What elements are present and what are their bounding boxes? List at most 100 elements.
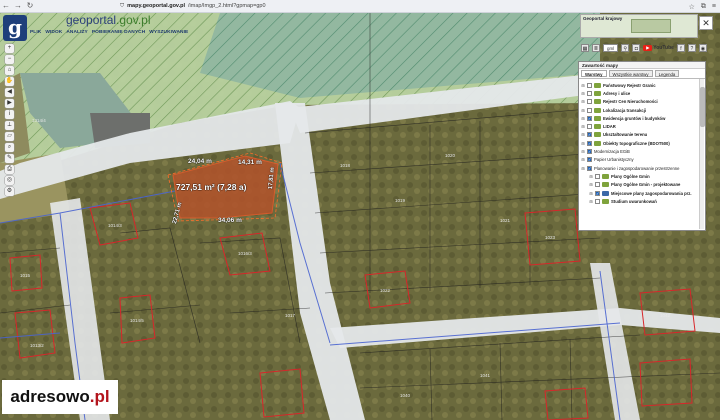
extensions-icon[interactable]: ⧉ <box>701 3 706 11</box>
menu-item-plik[interactable]: PLIK <box>30 30 41 35</box>
folder-icon <box>602 198 609 204</box>
layer-checkbox[interactable] <box>587 107 592 113</box>
expand-icon[interactable]: ⊞ <box>581 124 585 129</box>
layer-checkbox[interactable]: ✓ <box>587 149 592 155</box>
layer-label: Planowanie i zagospodarowanie przestrzen… <box>594 165 680 171</box>
layers-scrollbar-thumb[interactable] <box>700 87 705 127</box>
tab-warstwy[interactable]: Warstwy <box>581 70 607 77</box>
layer-row[interactable]: ⊞ Plany Ogólne Gmin <box>581 172 703 180</box>
layer-checkbox[interactable] <box>587 124 592 130</box>
layer-row[interactable]: ⊞ ✓ Ukształtowanie terenu <box>581 131 703 139</box>
menu-item-wyszukiwanie[interactable]: WYSZUKIWANIE <box>149 30 188 35</box>
plot-number: 1021 <box>500 218 511 223</box>
folder-icon <box>602 173 609 179</box>
parcel-dim-bottom: 34,06 m <box>218 217 242 224</box>
forward-view-icon[interactable]: ▶ <box>5 99 14 108</box>
expand-icon[interactable]: ⊞ <box>581 149 585 154</box>
pin-icon[interactable]: ⚲ <box>621 44 630 52</box>
layer-row[interactable]: ⊞ Plany Ogólne Gmin - projektowane <box>581 181 703 189</box>
layers-icon[interactable]: ≣ <box>592 44 600 52</box>
layer-row[interactable]: ⊞ LIDAR <box>581 122 703 130</box>
layer-row[interactable]: ⊞ Lokalizacja transakcji <box>581 106 703 114</box>
overview-map[interactable]: Geoportal krajowy <box>580 14 698 38</box>
expand-icon[interactable]: ⊞ <box>581 116 585 121</box>
geoportal-logo[interactable]: g <box>3 15 27 41</box>
layer-checkbox[interactable]: ✓ <box>587 157 592 163</box>
layer-label: Plany Ogólne Gmin <box>611 173 650 179</box>
layer-checkbox[interactable] <box>595 198 600 204</box>
layer-row[interactable]: ⊞ Adresy i ulice <box>581 89 703 97</box>
folder-icon <box>594 90 601 96</box>
plot-number: 1016/3 <box>238 251 252 256</box>
layer-checkbox[interactable]: ✓ <box>587 132 592 138</box>
facebook-icon[interactable]: f <box>676 44 685 52</box>
home-icon[interactable]: ⌂ <box>5 66 14 75</box>
layer-row[interactable]: ⊞ ✓ Planowanie i zagospodarowanie przestrz… <box>581 164 703 172</box>
layer-row[interactable]: ⊞ Studium uwarunkowań <box>581 197 703 205</box>
layer-checkbox[interactable]: ✓ <box>587 115 592 121</box>
back-icon[interactable]: ← <box>0 0 12 12</box>
tab-wszystkie-warstwy[interactable]: Wszystkie warstwy <box>608 70 653 77</box>
back-view-icon[interactable]: ◀ <box>5 88 14 97</box>
layer-row[interactable]: ⊞ ✓ Papier Urbanistyczny <box>581 156 703 164</box>
layers-scrollbar[interactable] <box>699 79 705 229</box>
eye-icon[interactable]: ◉ <box>698 44 707 52</box>
expand-icon[interactable]: ⊞ <box>581 99 585 104</box>
expand-icon[interactable]: ⊞ <box>581 141 585 146</box>
address-bar[interactable]: ⛉ mapy.geoportal.gov.pl/imap/Imgp_2.html… <box>120 3 266 10</box>
settings-icon[interactable]: ⚙ <box>5 187 14 196</box>
expand-icon[interactable]: ⊞ <box>589 182 593 187</box>
help-icon[interactable]: ? <box>687 44 696 52</box>
layer-row[interactable]: ⊞ ✓ Obiekty topograficzne (BDOT500) <box>581 139 703 147</box>
format-select[interactable]: gml <box>603 44 619 52</box>
expand-icon[interactable]: ⊞ <box>581 157 585 162</box>
expand-icon[interactable]: ⊞ <box>589 174 593 179</box>
zoom-out-icon[interactable]: − <box>5 55 14 64</box>
expand-icon[interactable]: ⊞ <box>581 166 585 171</box>
expand-icon[interactable]: ⊞ <box>589 191 593 196</box>
layer-checkbox[interactable] <box>595 173 600 179</box>
layer-row[interactable]: ⊞ Rejestr Cen Nieruchomości <box>581 98 703 106</box>
expand-icon[interactable]: ⊞ <box>581 108 585 113</box>
layer-checkbox[interactable]: ✓ <box>595 190 600 196</box>
folder-icon <box>594 132 601 138</box>
grid-icon[interactable]: ▦ <box>581 44 589 52</box>
forward-icon[interactable]: → <box>12 0 24 12</box>
zoom-in-icon[interactable]: + <box>5 44 14 53</box>
layer-checkbox[interactable]: ✓ <box>587 165 592 171</box>
area-icon[interactable]: ▱ <box>5 132 14 141</box>
layer-row[interactable]: ⊞ Państwowy Rejestr Granic <box>581 81 703 89</box>
expand-icon[interactable]: ⊞ <box>589 199 593 204</box>
camera-icon[interactable]: ◘ <box>632 44 641 52</box>
layer-checkbox[interactable] <box>587 82 592 88</box>
layer-row[interactable]: ⊞ ✓ Miejscowe plany zagospodarowania prz. <box>581 189 703 197</box>
expand-icon[interactable]: ⊞ <box>581 132 585 137</box>
youtube-link[interactable]: ▶ YouTube <box>643 45 674 51</box>
print-icon[interactable]: ⎙ <box>5 165 14 174</box>
measure-icon[interactable]: ⟂ <box>5 121 14 130</box>
layer-row[interactable]: ⊞ ✓ Modernizacja EGiB <box>581 147 703 155</box>
expand-icon[interactable]: ⊞ <box>581 91 585 96</box>
close-icon[interactable]: ✕ <box>699 16 713 30</box>
layer-checkbox[interactable] <box>595 182 600 188</box>
menu-icon[interactable]: ≡ <box>712 3 716 10</box>
expand-icon[interactable]: ⊞ <box>581 83 585 88</box>
layer-checkbox[interactable] <box>587 90 592 96</box>
menu-item-pobieranie[interactable]: POBIERANIE DANYCH <box>92 30 145 35</box>
search-icon[interactable]: ⌕ <box>5 143 14 152</box>
star-icon[interactable]: ☆ <box>689 3 695 11</box>
menu-item-analizy[interactable]: ANALIZY <box>66 30 88 35</box>
main-menu: PLIK WIDOK ANALIZY POBIERANIE DANYCH WYS… <box>30 30 188 35</box>
info-icon[interactable]: i <box>5 110 14 119</box>
globe-icon[interactable]: ◎ <box>5 176 14 185</box>
reload-icon[interactable]: ↻ <box>24 0 36 12</box>
tab-legenda[interactable]: Legenda <box>654 70 680 77</box>
layer-checkbox[interactable] <box>587 99 592 105</box>
hand-icon[interactable]: ✋ <box>5 77 14 86</box>
layer-row[interactable]: ⊞ ✓ Ewidencja gruntów i budynków <box>581 114 703 122</box>
draw-icon[interactable]: ✎ <box>5 154 14 163</box>
menu-item-widok[interactable]: WIDOK <box>45 30 62 35</box>
layer-checkbox[interactable]: ✓ <box>587 140 592 146</box>
folder-icon <box>594 124 601 130</box>
layer-label: Państwowy Rejestr Granic <box>603 82 656 88</box>
